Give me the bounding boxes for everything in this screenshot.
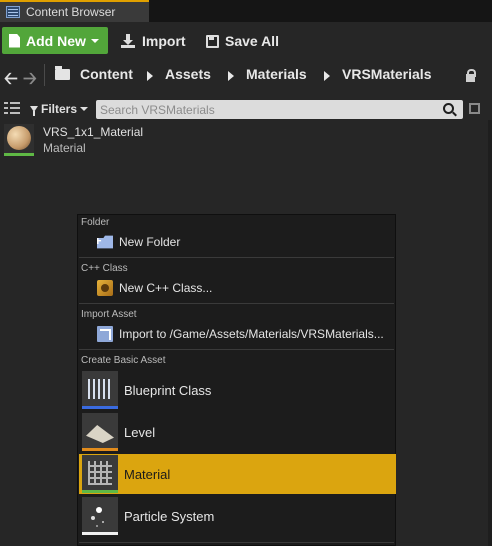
search-input[interactable] (100, 101, 430, 118)
list-item[interactable]: VRS_1x1_Material Material (4, 122, 204, 156)
add-new-context-menu: Folder New Folder C++ Class New C++ Clas… (77, 214, 396, 546)
save-all-button[interactable]: Save All (206, 31, 279, 51)
material-sphere-thumbnail (4, 124, 34, 156)
divider (79, 349, 394, 350)
lock-icon[interactable] (466, 69, 478, 82)
menu-item-material[interactable]: Material (79, 454, 396, 494)
tab-content-browser[interactable]: Content Browser (0, 0, 149, 22)
blueprint-class-icon (82, 371, 118, 409)
folder-icon (55, 66, 70, 80)
asset-type: Material (43, 141, 86, 155)
cpp-class-icon (97, 280, 113, 296)
menu-item-import-to[interactable]: Import to /Game/Assets/Materials/VRSMate… (79, 323, 395, 345)
menu-item-label: Particle System (124, 508, 215, 524)
asset-name: VRS_1x1_Material (43, 125, 144, 139)
tab-title: Content Browser (26, 5, 116, 19)
particle-system-icon (82, 497, 118, 535)
divider (79, 257, 394, 258)
filters-label: Filters (41, 102, 78, 116)
breadcrumb-assets[interactable]: Assets (165, 66, 211, 82)
menu-item-level[interactable]: Level (79, 412, 396, 452)
filters-button[interactable]: Filters (30, 101, 89, 117)
search-box (96, 100, 463, 119)
section-header-folder: Folder (81, 217, 110, 228)
new-document-icon (9, 33, 20, 48)
import-icon (97, 326, 113, 342)
save-search-icon[interactable] (469, 103, 480, 114)
divider (79, 542, 394, 543)
scrollbar[interactable] (488, 120, 492, 546)
back-arrow-icon[interactable]: 🡠 (4, 66, 18, 95)
breadcrumb-arrow-icon[interactable] (228, 71, 234, 81)
search-icon[interactable] (443, 103, 454, 114)
save-all-label: Save All (225, 33, 279, 49)
save-icon (206, 34, 219, 48)
menu-item-new-folder[interactable]: New Folder (79, 231, 395, 253)
chevron-down-icon (80, 107, 89, 111)
menu-item-particle-system[interactable]: Particle System (79, 496, 396, 536)
menu-item-label: New Folder (119, 235, 181, 249)
new-folder-icon (97, 235, 113, 249)
material-icon (82, 455, 118, 493)
add-new-button[interactable]: Add New (2, 27, 108, 54)
menu-item-label: Import to /Game/Assets/Materials/VRSMate… (119, 327, 384, 341)
add-new-label: Add New (26, 32, 86, 49)
breadcrumb-arrow-icon[interactable] (324, 71, 330, 81)
menu-item-label: Material (124, 466, 171, 482)
material-sphere-icon (7, 126, 31, 150)
menu-item-label: Blueprint Class (124, 382, 212, 398)
breadcrumb-content[interactable]: Content (80, 66, 133, 82)
divider (44, 64, 45, 86)
chevron-down-icon (90, 38, 99, 43)
menu-item-new-cpp-class[interactable]: New C++ Class... (79, 277, 395, 299)
import-icon (121, 34, 135, 48)
content-browser-icon (6, 6, 20, 18)
breadcrumb-arrow-icon[interactable] (147, 71, 153, 81)
breadcrumb-materials[interactable]: Materials (246, 66, 307, 82)
breadcrumb-vrsmaterials[interactable]: VRSMaterials (342, 66, 431, 82)
content-browser-window: Content Browser Add New Import Save All … (0, 0, 492, 546)
view-options-icon[interactable] (4, 102, 20, 115)
menu-item-label: New C++ Class... (119, 281, 213, 295)
level-icon (82, 413, 118, 451)
forward-arrow-icon[interactable]: 🡢 (23, 66, 37, 95)
filter-icon (30, 106, 38, 116)
section-header-create-basic-asset: Create Basic Asset (81, 355, 166, 366)
import-button[interactable]: Import (121, 31, 186, 51)
divider (79, 303, 394, 304)
menu-item-blueprint-class[interactable]: Blueprint Class (79, 370, 396, 410)
menu-item-label: Level (124, 424, 156, 440)
tab-bar: Content Browser (0, 0, 492, 22)
section-header-import-asset: Import Asset (81, 309, 137, 320)
section-header-cpp-class: C++ Class (81, 263, 128, 274)
import-label: Import (142, 33, 186, 49)
